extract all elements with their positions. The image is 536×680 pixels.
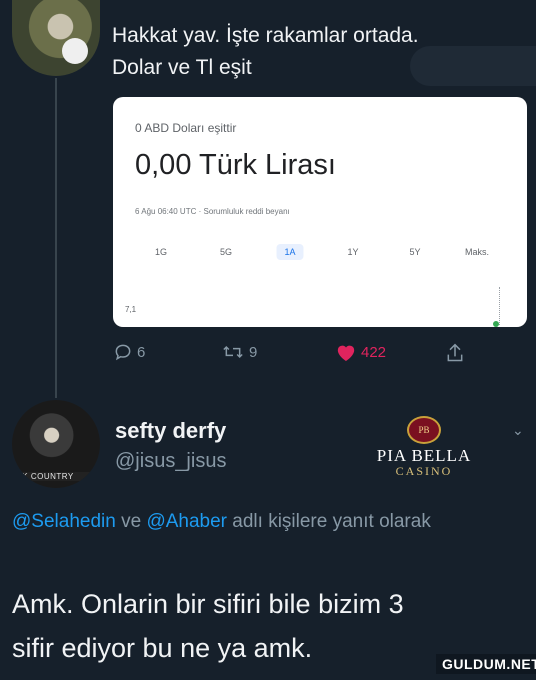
retweet-button[interactable]: 9 [221, 342, 257, 362]
logo-sub: CASINO [395, 464, 453, 478]
reply-context: @Selahedin ve @Ahaber adlı kişilere yanı… [12, 506, 512, 538]
avatar[interactable] [12, 0, 100, 76]
tweet-text: Hakkat yav. İşte rakamlar ortada. Dolar … [112, 20, 419, 84]
share-icon [445, 342, 465, 364]
currency-converter-card[interactable]: 0 ABD Doları eşittir 0,00 Türk Lirası 6 … [113, 97, 527, 327]
chart-marker-line [499, 287, 501, 325]
share-button[interactable] [445, 342, 465, 364]
casino-logo: PB PIA BELLA CASINO [366, 416, 482, 478]
tab-1g[interactable]: 1G [155, 247, 167, 257]
logo-brand: PIA BELLA [376, 446, 472, 465]
display-name[interactable]: sefty derfy [115, 418, 226, 444]
tweet-actions: 6 9 422 [113, 342, 473, 370]
overlay-pill [410, 46, 536, 86]
reply-button[interactable]: 6 [113, 342, 145, 362]
mention-link[interactable]: @Ahaber [146, 511, 227, 532]
watermark: GULDUM.NET [436, 654, 536, 674]
chevron-down-icon[interactable]: ⌄ [512, 422, 524, 439]
tab-5g[interactable]: 5G [220, 247, 232, 257]
tab-maks[interactable]: Maks. [465, 247, 489, 257]
tweet-text-line-2: Dolar ve Tl eşit [112, 56, 252, 79]
reply-count: 6 [137, 343, 146, 361]
reply-connector: ve [115, 511, 147, 532]
chart-point [493, 321, 499, 327]
tweet-text-line-1: Amk. Onlarin bir sifiri bile bizim 3 [12, 589, 404, 619]
tab-5y[interactable]: 5Y [409, 247, 420, 257]
reply-suffix: adlı kişilere yanıt olarak [227, 511, 431, 532]
mention-link[interactable]: @Selahedin [12, 511, 116, 532]
tweet-text-line-1: Hakkat yav. İşte rakamlar ortada. [112, 24, 419, 47]
reply-icon [113, 342, 133, 362]
like-button[interactable]: 422 [335, 342, 386, 362]
retweet-icon [221, 342, 245, 362]
tab-1y[interactable]: 1Y [347, 247, 358, 257]
conversion-subtitle: 0 ABD Doları eşittir [135, 121, 237, 135]
like-count: 422 [361, 343, 387, 361]
avatar[interactable]: RK COUNTRY [12, 400, 100, 488]
chart-y-label: 7,1 [125, 305, 137, 314]
thread-line [55, 78, 57, 398]
avatar-image-detail [62, 38, 88, 64]
range-tabs: 1G 5G 1A 1Y 5Y Maks. [113, 244, 527, 267]
user-handle[interactable]: @jisus_jisus [115, 450, 226, 473]
conversion-result: 0,00 Türk Lirası [135, 149, 336, 181]
heart-icon [335, 342, 357, 362]
avatar-caption: RK COUNTRY [12, 472, 100, 481]
crest-icon: PB [407, 416, 441, 444]
retweet-count: 9 [249, 343, 258, 361]
tab-1a[interactable]: 1A [276, 244, 304, 260]
conversion-date: 6 Ağu 06:40 UTC · Sorumluluk reddi beyan… [135, 207, 290, 216]
